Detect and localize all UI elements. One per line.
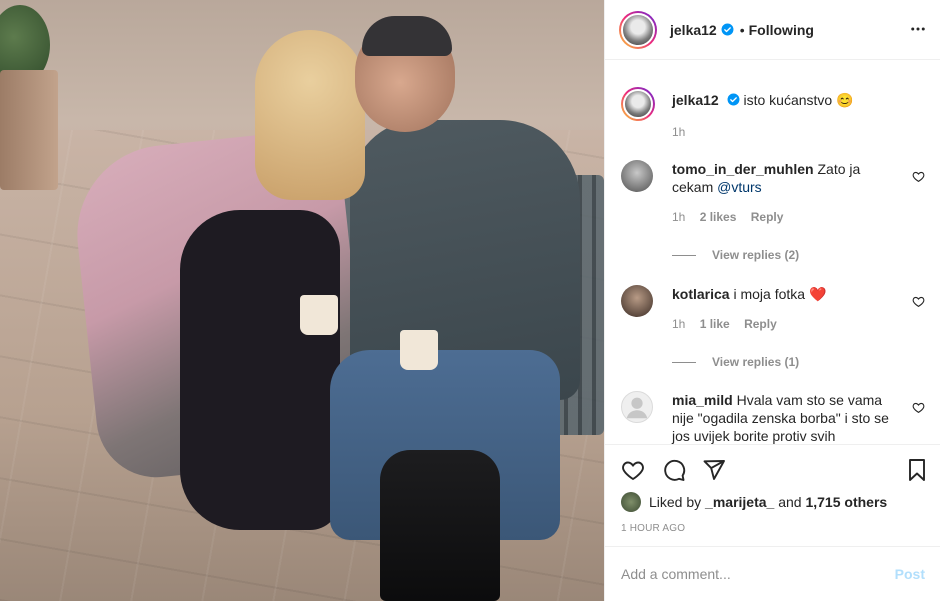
comment-emoji: ❤️	[808, 286, 827, 302]
post-photo[interactable]	[0, 0, 604, 601]
comment-time[interactable]: 1h	[672, 317, 685, 331]
add-comment-bar: Add a comment... Post	[605, 546, 940, 601]
likes-summary: Liked by _marijeta_ and 1,715 others	[621, 492, 887, 512]
comment-icon[interactable]	[662, 458, 686, 482]
verified-badge-icon	[727, 93, 740, 106]
header-username[interactable]: jelka12	[670, 22, 717, 38]
heart-icon[interactable]	[621, 458, 645, 482]
mention-link[interactable]: @vturs	[717, 179, 762, 195]
comment-likes[interactable]: 1 like	[700, 317, 730, 331]
likes-and: and	[778, 494, 802, 510]
planter	[0, 70, 58, 190]
view-replies-button[interactable]: View replies (2)	[672, 246, 904, 264]
avatar[interactable]	[621, 391, 653, 423]
post-timestamp[interactable]: 1 HOUR AGO	[621, 523, 685, 534]
caption-time[interactable]: 1h	[672, 125, 685, 139]
coffee-cup	[300, 295, 338, 335]
caption-emoji: 😊	[836, 92, 854, 108]
following-button[interactable]: Following	[749, 22, 814, 38]
post-side-panel: jelka12 • Following jelka12 isto kućanst…	[604, 0, 940, 601]
avatar[interactable]	[621, 87, 655, 121]
likes-others[interactable]: 1,715 others	[805, 494, 887, 510]
comment-time[interactable]: 1h	[672, 210, 685, 224]
black-bag	[380, 450, 500, 601]
separator-dot: •	[739, 21, 745, 38]
comment-input[interactable]: Add a comment...	[621, 566, 895, 582]
reply-button[interactable]: Reply	[744, 317, 777, 331]
comment-item: mia_mild Hvala vam sto se vama nije "oga…	[621, 391, 925, 444]
verified-badge-icon	[721, 23, 734, 36]
heart-icon[interactable]	[912, 401, 925, 414]
comment-likes[interactable]: 2 likes	[700, 210, 737, 224]
liker-username[interactable]: _marijeta_	[705, 494, 774, 510]
comment-username[interactable]: mia_mild	[672, 392, 733, 408]
coffee-cup	[400, 330, 438, 370]
comment-text: i moja fotka	[733, 286, 806, 302]
woman-dress	[180, 210, 340, 530]
avatar[interactable]	[621, 285, 653, 317]
avatar[interactable]	[621, 160, 653, 192]
likes-prefix: Liked by	[649, 494, 702, 510]
comment-username[interactable]: kotlarica	[672, 286, 730, 302]
heart-icon[interactable]	[912, 170, 925, 183]
heart-icon[interactable]	[912, 295, 925, 308]
bookmark-icon[interactable]	[905, 458, 929, 482]
avatar[interactable]	[619, 10, 657, 49]
comment-item: kotlarica i moja fotka ❤️ 1h 1 like Repl…	[621, 285, 925, 395]
caption-username[interactable]: jelka12	[672, 92, 719, 108]
view-replies-button[interactable]: View replies (1)	[672, 353, 904, 371]
default-avatar-icon	[626, 397, 648, 419]
comment-item: tomo_in_der_muhlen Zato ja cekam @vturs …	[621, 160, 925, 270]
more-icon[interactable]	[909, 20, 927, 38]
post-header: jelka12 • Following	[605, 0, 940, 60]
share-icon[interactable]	[702, 458, 726, 482]
woman-hair	[255, 30, 365, 200]
caption-text: isto kućanstvo	[743, 92, 833, 108]
man-hair	[362, 16, 452, 56]
reply-button[interactable]: Reply	[751, 210, 784, 224]
comment-username[interactable]: tomo_in_der_muhlen	[672, 161, 814, 177]
action-bar	[605, 444, 940, 490]
comments-list[interactable]: jelka12 isto kućanstvo 😊 1h tomo_in_der_…	[605, 61, 940, 444]
avatar[interactable]	[621, 492, 641, 512]
post-button[interactable]: Post	[895, 566, 925, 582]
